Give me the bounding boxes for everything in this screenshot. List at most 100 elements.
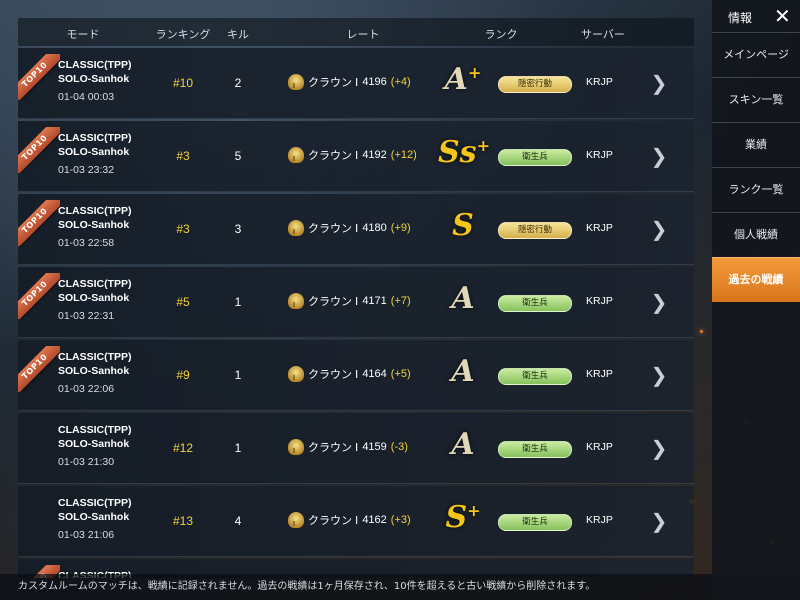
top10-badge: TOP10 xyxy=(18,346,60,392)
mode-name: CLASSIC(TPP) xyxy=(58,424,132,436)
map-name: SOLO-Sanhok xyxy=(58,365,130,377)
chevron-right-icon[interactable]: ❯ xyxy=(650,73,668,93)
match-mode: CLASSIC(TPP) SOLO-Sanhok 01-03 23:32 xyxy=(58,131,132,177)
rate-cell: クラウン Ⅰ4180(+9) xyxy=(288,220,411,236)
grade-icon: S xyxy=(438,208,488,243)
match-time: 01-03 21:30 xyxy=(58,456,115,468)
grade-letter: S xyxy=(445,500,468,535)
sidebar-item[interactable]: ランク一覧 xyxy=(712,167,800,212)
grade-icon: Ss+ xyxy=(438,135,490,170)
crown-tier-icon xyxy=(288,74,304,90)
rate-cell: クラウン Ⅰ4162(+3) xyxy=(288,512,411,528)
sidebar-item[interactable]: 個人戦績 xyxy=(712,212,800,257)
chevron-right-icon[interactable]: ❯ xyxy=(650,292,668,312)
mode-name: CLASSIC(TPP) xyxy=(58,278,132,290)
chevron-right-icon[interactable]: ❯ xyxy=(650,219,668,239)
kill-count: 2 xyxy=(234,76,242,90)
tier-name: クラウン Ⅰ xyxy=(308,223,359,235)
rate-cell: クラウン Ⅰ4192(+12) xyxy=(288,147,417,163)
crown-tier-icon xyxy=(288,293,304,309)
map-name: SOLO-Sanhok xyxy=(58,219,130,231)
table-row[interactable]: TOP10 CLASSIC(TPP) SOLO-Sanhok 01-03 22:06 #… xyxy=(18,340,694,411)
sidebar-item[interactable]: 業績 xyxy=(712,122,800,167)
sidebar-item[interactable]: スキン一覧 xyxy=(712,77,800,122)
header-rank: ランク xyxy=(484,28,518,41)
sidebar-menu: メインページ スキン一覧 業績 ランク一覧 個人戦績 過去の戦績 xyxy=(712,32,800,302)
match-ranking: #3 xyxy=(176,222,190,236)
table-row[interactable]: TOP10 CLASSIC(TPP) SOLO-Sanhok 01-04 00:03 #… xyxy=(18,48,694,119)
match-ranking: #12 xyxy=(172,441,194,455)
rate-value: 4159 xyxy=(362,441,387,453)
rate-cell: クラウン Ⅰ4171(+7) xyxy=(288,293,411,309)
sidebar-title: 情報 xyxy=(728,11,753,25)
tier-name: クラウン Ⅰ xyxy=(308,515,359,527)
header-kill: キル xyxy=(227,28,249,41)
match-mode: CLASSIC(TPP) SOLO-Sanhok 01-03 21:06 xyxy=(58,496,132,542)
match-history-table: モード ランキング キル レート ランク サーバー TOP10 CLASSIC(T… xyxy=(18,18,694,578)
match-ranking: #3 xyxy=(176,149,190,163)
grade-plus: + xyxy=(467,501,481,520)
kill-count: 4 xyxy=(234,514,242,528)
top10-badge: TOP10 xyxy=(18,200,60,246)
table-row[interactable]: TOP10 CLASSIC(TPP) SOLO-Sanhok 01-03 22:58 #… xyxy=(18,194,694,265)
server-name: KRJP xyxy=(586,368,613,380)
match-time: 01-03 21:06 xyxy=(58,529,115,541)
header-ranking: ランキング xyxy=(155,28,211,41)
close-icon[interactable]: ✕ xyxy=(774,4,791,28)
chevron-right-icon[interactable]: ❯ xyxy=(650,146,668,166)
crown-tier-icon xyxy=(288,220,304,236)
top10-badge-label: TOP10 xyxy=(18,127,60,173)
rate-value: 4180 xyxy=(362,222,387,234)
grade-icon: A xyxy=(438,354,488,389)
match-mode: CLASSIC(TPP) SOLO-Sanhok 01-03 22:06 xyxy=(58,350,132,396)
sidebar-item[interactable]: メインページ xyxy=(712,32,800,77)
match-ranking: #10 xyxy=(172,76,194,90)
rate-change: (+4) xyxy=(390,76,411,88)
table-row[interactable]: TOP10 CLASSIC(TPP) SOLO-Sanhok 01-03 23:32 #… xyxy=(18,121,694,192)
mode-name: CLASSIC(TPP) xyxy=(58,497,132,509)
server-name: KRJP xyxy=(586,149,613,161)
map-name: SOLO-Sanhok xyxy=(58,292,130,304)
sidebar-item[interactable]: 過去の戦績 xyxy=(712,257,800,302)
map-name: SOLO-Sanhok xyxy=(58,73,130,85)
server-name: KRJP xyxy=(586,295,613,307)
info-sidebar: 情報 ✕ メインページ スキン一覧 業績 ランク一覧 個人戦績 過去の戦績 xyxy=(712,0,800,600)
rate-cell: クラウン Ⅰ4159(-3) xyxy=(288,439,408,455)
grade-icon: A xyxy=(438,281,488,316)
chevron-right-icon[interactable]: ❯ xyxy=(650,365,668,385)
crown-tier-icon xyxy=(288,439,304,455)
chevron-right-icon[interactable]: ❯ xyxy=(650,511,668,531)
table-header: モード ランキング キル レート ランク サーバー xyxy=(18,18,694,46)
grade-plus: + xyxy=(467,63,482,82)
rate-change: (+9) xyxy=(390,222,411,234)
match-mode: CLASSIC(TPP) SOLO-Sanhok 01-03 22:58 xyxy=(58,204,132,250)
title-badge: 衛生兵 xyxy=(498,149,572,166)
crown-tier-icon xyxy=(288,147,304,163)
table-row[interactable]: TOP10 CLASSIC(TPP) SOLO-Sanhok 01-03 22:31 #… xyxy=(18,267,694,338)
grade-plus: + xyxy=(476,136,490,155)
rate-cell: クラウン Ⅰ4196(+4) xyxy=(288,74,411,90)
top10-badge: TOP10 xyxy=(18,54,60,100)
match-time: 01-03 22:06 xyxy=(58,383,115,395)
grade-icon: A xyxy=(438,427,488,462)
top10-badge-label: TOP10 xyxy=(18,54,60,100)
match-time: 01-03 22:58 xyxy=(58,237,115,249)
grade-letter: A xyxy=(451,281,475,316)
title-badge: 衛生兵 xyxy=(498,514,572,531)
grade-icon: S+ xyxy=(438,500,488,535)
chevron-right-icon[interactable]: ❯ xyxy=(650,438,668,458)
server-name: KRJP xyxy=(586,76,613,88)
table-row[interactable]: CLASSIC(TPP) SOLO-Sanhok 01-03 21:30 #12 1 クラ… xyxy=(18,413,694,484)
server-name: KRJP xyxy=(586,222,613,234)
rate-value: 4192 xyxy=(362,149,387,161)
header-rate: レート xyxy=(346,28,380,41)
kill-count: 1 xyxy=(234,441,242,455)
match-time: 01-04 00:03 xyxy=(58,91,115,103)
mode-name: CLASSIC(TPP) xyxy=(58,132,132,144)
rate-change: (+5) xyxy=(390,368,411,380)
table-row[interactable]: CLASSIC(TPP) SOLO-Sanhok 01-03 21:06 #13 4 クラ… xyxy=(18,486,694,557)
mode-name: CLASSIC(TPP) xyxy=(58,59,132,71)
sidebar-header: 情報 ✕ xyxy=(712,0,800,32)
match-mode: CLASSIC(TPP) SOLO-Sanhok 01-03 21:30 xyxy=(58,423,132,469)
kill-count: 5 xyxy=(234,149,242,163)
